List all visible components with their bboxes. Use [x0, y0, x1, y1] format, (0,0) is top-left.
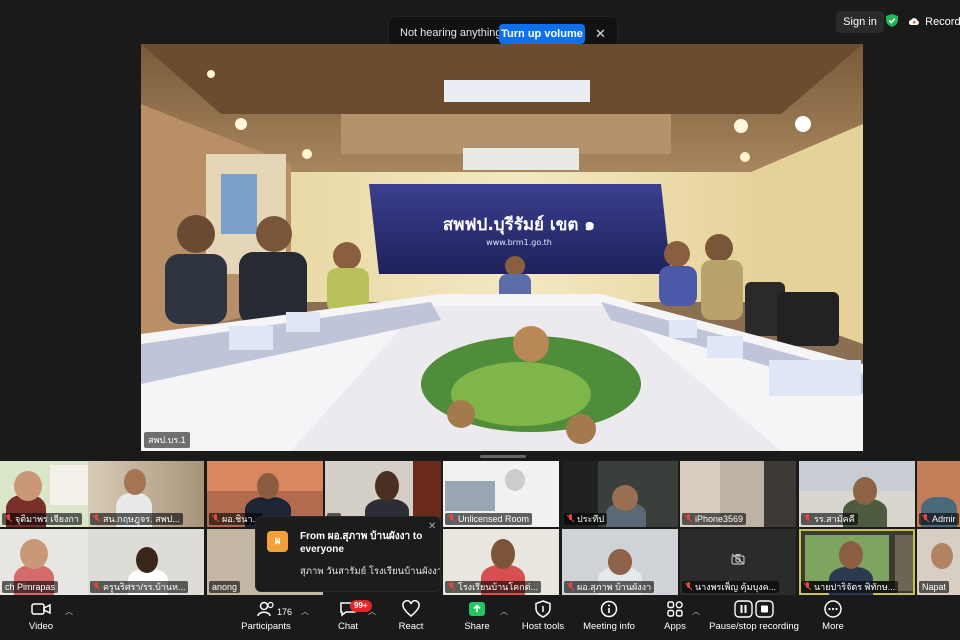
meeting-info-button[interactable]: Meeting info: [580, 600, 638, 640]
sender-avatar: ผ: [267, 531, 288, 552]
participant-tile[interactable]: สน.กฤษฎุจร. สพป...: [88, 461, 204, 527]
mic-muted-icon: [5, 514, 12, 523]
participant-count: 176: [277, 607, 293, 617]
participant-name-label: ผอ.สุภาพ บ้านผังงา: [564, 581, 655, 593]
chevron-up-icon[interactable]: ︿: [368, 606, 376, 617]
shield-icon: [535, 600, 551, 618]
shield-check-icon: [886, 14, 898, 27]
apps-grid-icon: [667, 601, 683, 617]
participant-tile-speaking[interactable]: นายปาริจัตร พิทักษ...: [799, 529, 915, 595]
participant-name-label: รร.สามัคคี: [801, 513, 858, 525]
participant-tile[interactable]: ประทีป: [562, 461, 678, 527]
participant-tile[interactable]: Unlicensed Room: [443, 461, 559, 527]
mic-muted-icon: [448, 582, 455, 591]
mic-muted-icon: [93, 514, 100, 523]
host-tools-button[interactable]: Host tools: [520, 600, 566, 640]
mic-muted-icon: [567, 582, 574, 591]
info-icon: [600, 600, 618, 618]
participant-tile[interactable]: iPhone3569: [680, 461, 796, 527]
video-camera-icon: [31, 603, 51, 615]
apps-button[interactable]: Apps: [660, 600, 690, 640]
react-button[interactable]: React: [394, 600, 428, 640]
mic-muted-icon: [922, 514, 929, 523]
heart-icon: [402, 600, 420, 617]
participants-icon: [257, 601, 274, 617]
participant-name-label: Napat: [919, 581, 950, 593]
chevron-up-icon[interactable]: ︿: [65, 606, 73, 617]
participant-name-label: สน.กฤษฎุจร. สพป...: [90, 513, 183, 525]
mic-muted-icon: [93, 582, 100, 591]
participant-name-label: จุติมาพร เจียงกา: [2, 513, 82, 525]
active-speaker-name: สพป.บร.1: [144, 432, 190, 448]
participant-tile[interactable]: นางพรเพ็ญ คุ้มบุงค...: [680, 529, 796, 595]
participant-tile[interactable]: ผอ.สุภาพ บ้านผังงา: [562, 529, 678, 595]
participant-name-label: anong: [209, 581, 241, 593]
participant-name-label: Unlicensed Room: [445, 513, 533, 525]
participant-tile[interactable]: Admir: [917, 461, 960, 527]
meeting-toolbar: Video ︿ Participants 176 ︿ Chat 99+ ︿ Re…: [0, 596, 960, 640]
close-icon[interactable]: ✕: [428, 521, 436, 532]
chat-sender-line: From ผอ.สุภาพ บ้านผังงา to everyone: [300, 531, 423, 555]
mic-muted-icon: [448, 514, 455, 523]
participant-name-label: ch Pimrapas: [2, 581, 59, 593]
chevron-up-icon[interactable]: ︿: [692, 606, 700, 617]
chevron-up-icon[interactable]: ︿: [301, 606, 309, 617]
mic-muted-icon: [212, 514, 219, 523]
participant-tile[interactable]: ครูนริศรา/รร.บ้านห...: [88, 529, 204, 595]
participant-tile[interactable]: รร.สามัคคี: [799, 461, 915, 527]
camera-off-icon: [731, 553, 745, 565]
mic-muted-icon: [804, 582, 811, 591]
participant-tile[interactable]: Napat: [917, 529, 960, 595]
banner-url-text: www.brm1.go.th: [486, 238, 552, 247]
sign-in-button[interactable]: Sign in: [836, 11, 884, 33]
participant-name-label: Admir: [919, 513, 959, 525]
participant-name-label: โรงเรียนบ้านโคกต่...: [445, 581, 541, 593]
mic-muted-icon: [685, 582, 692, 591]
video-button[interactable]: Video: [20, 600, 62, 640]
participants-button[interactable]: Participants: [238, 600, 294, 640]
meeting-stage: Sign in Recording Not hearing anything? …: [0, 0, 960, 596]
participant-name-label: นายปาริจัตร พิทักษ...: [801, 581, 899, 593]
mic-muted-icon: [567, 514, 574, 523]
more-button[interactable]: More: [818, 600, 848, 640]
recording-indicator[interactable]: Recording: [886, 11, 960, 33]
mic-muted-icon: [685, 514, 692, 523]
share-screen-icon: [469, 602, 485, 616]
chat-notification-popup[interactable]: ผ From ผอ.สุภาพ บ้านผังงา to everyone สุ…: [255, 516, 441, 592]
mic-muted-icon: [804, 514, 811, 523]
participant-name-label: iPhone3569: [682, 513, 747, 525]
turn-up-volume-button[interactable]: Turn up volume: [499, 24, 585, 44]
recording-label: Recording: [925, 16, 960, 28]
participant-tile[interactable]: โรงเรียนบ้านโคกต่...: [443, 529, 559, 595]
pause-stop-recording-button[interactable]: Pause/stop recording: [708, 600, 800, 640]
banner-title-text: สพฟป.บุรีรัมย์ เขต ๑: [443, 214, 595, 235]
chat-message-text: สุภาพ วันสารัมย์ โรงเรียนบ้านผังงา: [300, 566, 440, 577]
pause-stop-icon: [734, 600, 774, 618]
conference-room-scene: สพฟป.บุรีรัมย์ เขต ๑ www.brm1.go.th: [141, 44, 863, 451]
share-button[interactable]: Share: [460, 600, 494, 640]
cloud-record-icon: [909, 18, 919, 25]
participant-name-label: ครูนริศรา/รร.บ้านห...: [90, 581, 189, 593]
participant-name-label: นางพรเพ็ญ คุ้มบุงค...: [682, 581, 780, 593]
gallery-resize-handle[interactable]: [480, 455, 526, 458]
chevron-up-icon[interactable]: ︿: [500, 606, 508, 617]
active-speaker-video[interactable]: สพฟป.บุรีรัมย์ เขต ๑ www.brm1.go.th สพป.…: [141, 44, 863, 451]
more-dots-icon: [824, 600, 842, 618]
participant-name-label: ประทีป: [564, 513, 608, 525]
